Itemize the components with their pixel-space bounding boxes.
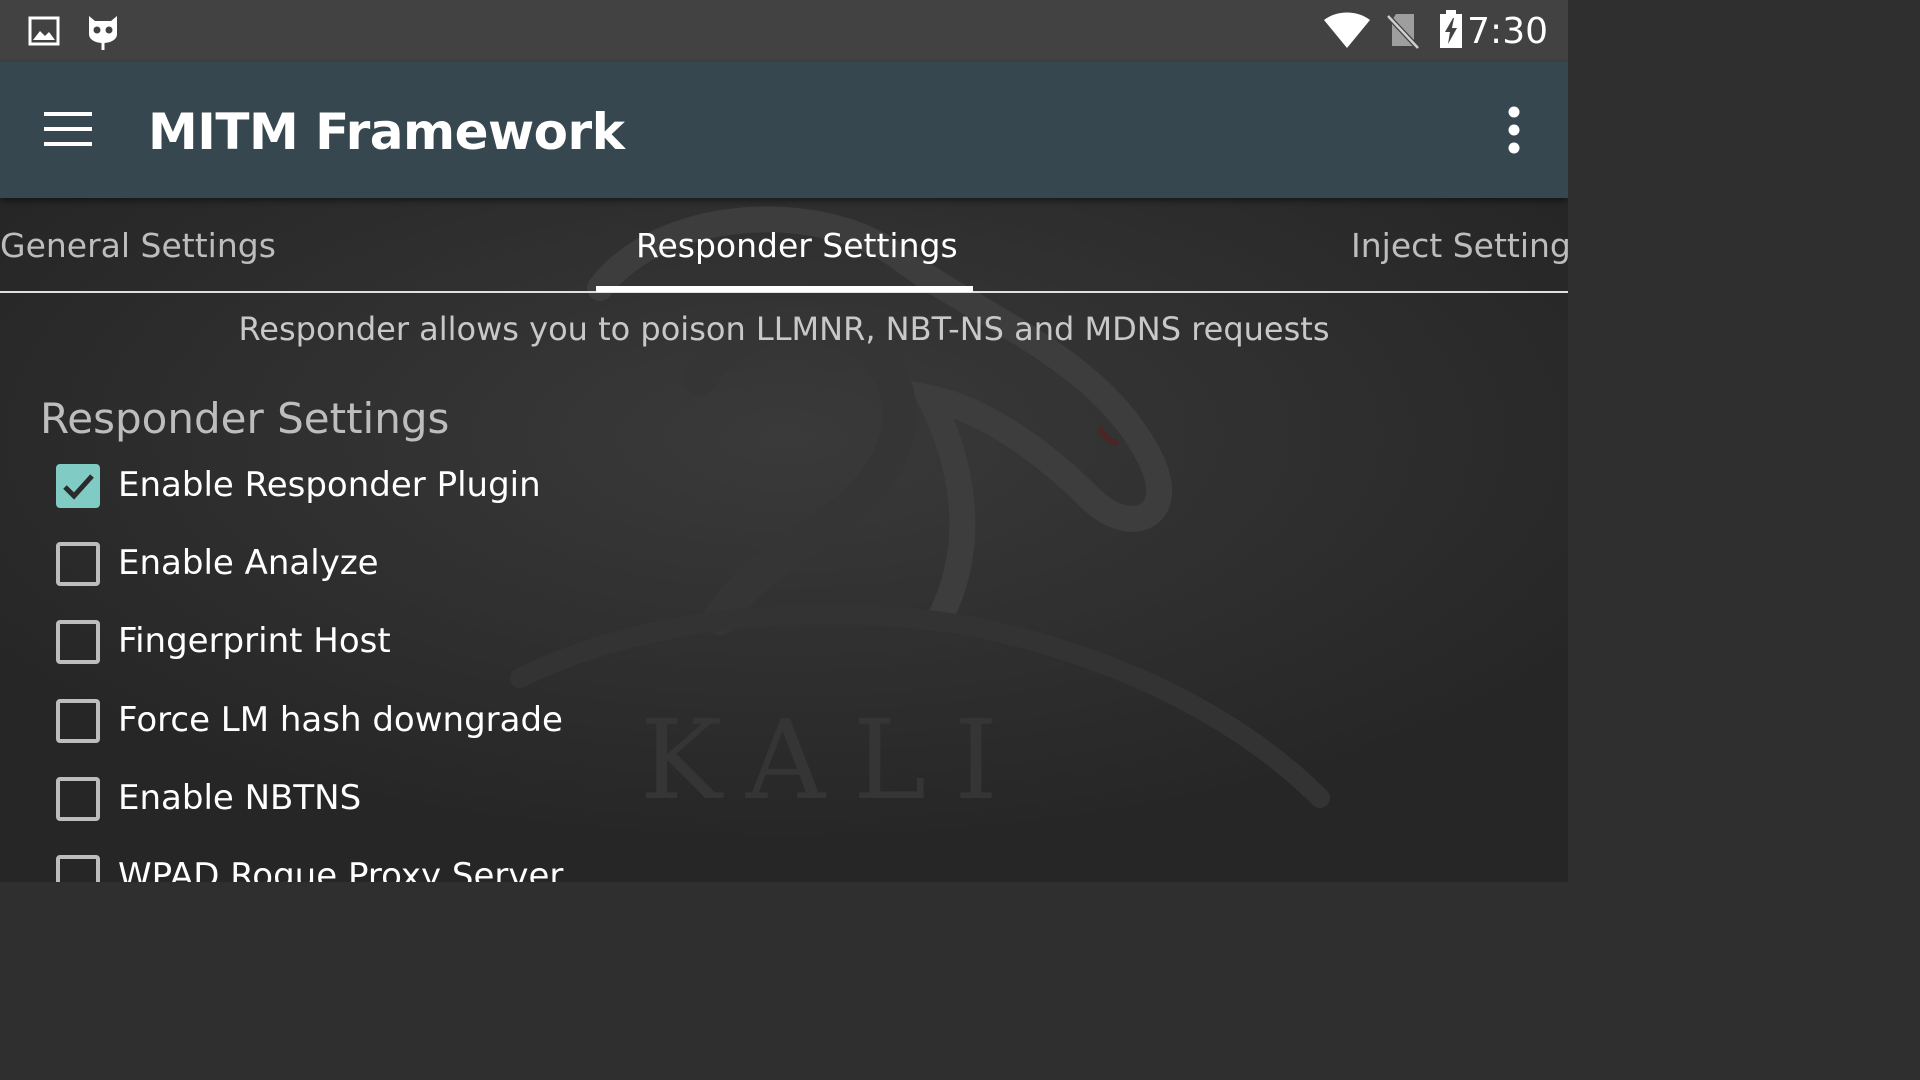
option-label: Enable NBTNS	[118, 778, 362, 818]
status-bar: 7:30	[0, 0, 1568, 62]
option-label: Force LM hash downgrade	[118, 700, 563, 740]
tab-general-settings[interactable]: General Settings	[0, 226, 276, 266]
no-sim-icon	[1386, 14, 1420, 50]
checkbox-checked[interactable]	[56, 464, 100, 508]
option-label: Fingerprint Host	[118, 621, 391, 661]
option-enable-analyze[interactable]: Enable Analyze	[56, 534, 956, 594]
option-enable-nbtns[interactable]: Enable NBTNS	[56, 769, 956, 829]
battery-charging-icon	[1440, 10, 1462, 48]
responder-description: Responder allows you to poison LLMNR, NB…	[238, 310, 1330, 348]
option-force-lm-hash-downgrade[interactable]: Force LM hash downgrade	[56, 691, 956, 751]
status-time: 7:30	[1467, 11, 1548, 52]
overflow-menu-button[interactable]	[1496, 104, 1532, 156]
option-label: Enable Responder Plugin	[118, 465, 541, 505]
active-tab-indicator	[596, 286, 973, 292]
checkbox-unchecked[interactable]	[56, 777, 100, 821]
app-bar: MITM Framework	[0, 62, 1568, 198]
more-vert-icon	[1508, 106, 1520, 154]
tab-responder-settings[interactable]: Responder Settings	[636, 226, 958, 266]
option-fingerprint-host[interactable]: Fingerprint Host	[56, 612, 956, 672]
tab-bar: General Settings Responder Settings Inje…	[0, 198, 1568, 293]
checkbox-unchecked[interactable]	[56, 542, 100, 586]
cyanogen-mascot-icon	[89, 16, 117, 50]
option-label: Enable Analyze	[118, 543, 379, 583]
checkbox-unchecked[interactable]	[56, 699, 100, 743]
tab-inject-settings[interactable]: Inject Settings	[1351, 226, 1568, 266]
wifi-icon	[1324, 12, 1370, 48]
app-title: MITM Framework	[148, 103, 625, 161]
section-title: Responder Settings	[40, 394, 450, 443]
hamburger-menu-icon	[44, 112, 92, 146]
checkmark-icon	[63, 474, 94, 500]
checkbox-unchecked[interactable]	[56, 855, 100, 882]
hamburger-menu-button[interactable]	[40, 108, 96, 152]
option-enable-responder-plugin[interactable]: Enable Responder Plugin	[56, 456, 956, 516]
option-label: WPAD Rogue Proxy Server	[118, 856, 564, 882]
option-wpad-rogue-proxy-server[interactable]: WPAD Rogue Proxy Server	[56, 847, 956, 882]
checkbox-unchecked[interactable]	[56, 620, 100, 664]
gallery-notification-icon	[28, 16, 60, 46]
screen: KALI 7:30 MITM Framework General Setting…	[0, 0, 1568, 882]
